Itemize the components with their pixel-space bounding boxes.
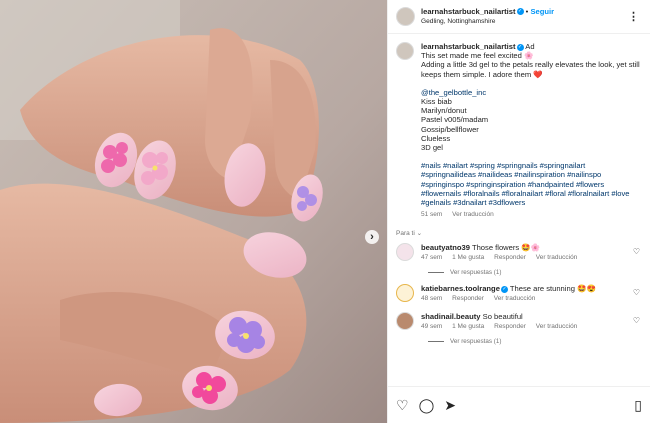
comment-text: These are stunning 🤩😍 xyxy=(509,284,596,294)
view-replies[interactable]: Ver respuestas (1) xyxy=(428,338,642,345)
view-replies[interactable]: Ver respuestas (1) xyxy=(428,269,642,276)
hashtags[interactable]: #nails #nailart #spring #springnails #sp… xyxy=(421,161,642,207)
commenter-username[interactable]: shadinail.beauty xyxy=(421,312,481,321)
brand-mention-link[interactable]: @the_gelbottle_inc xyxy=(421,88,642,97)
comment-item: beautyatno39 Those flowers 🤩🌸 47 sem 1 M… xyxy=(396,243,642,263)
follow-button[interactable]: Seguir xyxy=(530,7,554,16)
commenter-avatar[interactable] xyxy=(396,312,414,331)
product-item: Gossip/bellflower xyxy=(421,124,479,134)
product-item: Kiss biab xyxy=(421,97,452,107)
product-item: Pastel v005/madam xyxy=(421,115,489,125)
next-media-button[interactable]: › xyxy=(365,230,379,244)
author-username[interactable]: learnahstarbuck_nailartist xyxy=(421,7,516,16)
comment-item: shadinail.beauty So beautiful 49 sem 1 M… xyxy=(396,312,642,332)
post-actions-bar: ♡ ◯ ➤ ▯ xyxy=(388,386,650,423)
comment-bubble-icon[interactable]: ◯ xyxy=(419,398,435,412)
like-comment-heart-icon[interactable]: ♡ xyxy=(633,316,640,325)
post-side-panel: learnahstarbuck_nailartist ✓ • Seguir Ged… xyxy=(387,0,650,423)
verified-icon: ✓ xyxy=(516,43,524,51)
caption-avatar[interactable] xyxy=(396,42,414,60)
more-icon[interactable]: ⋮ xyxy=(628,10,640,23)
commenter-username[interactable]: katiebarnes.toolrange xyxy=(421,284,500,293)
post-header: learnahstarbuck_nailartist ✓ • Seguir Ged… xyxy=(388,0,650,34)
post-view: › learnahstarbuck_nailartist ✓ • Seguir G… xyxy=(0,0,650,423)
like-heart-icon[interactable]: ♡ xyxy=(396,398,409,412)
post-caption: learnahstarbuck_nailartist ✓ Ad This set … xyxy=(396,42,642,219)
like-comment-heart-icon[interactable]: ♡ xyxy=(633,247,640,256)
reply-button[interactable]: Responder xyxy=(494,254,526,261)
reply-button[interactable]: Responder xyxy=(494,323,526,330)
translate-link[interactable]: Ver traducción xyxy=(494,295,536,302)
author-avatar[interactable] xyxy=(396,7,415,26)
commenter-avatar[interactable] xyxy=(396,284,414,303)
translate-link[interactable]: Ver traducción xyxy=(536,254,578,261)
comment-likes[interactable]: 1 Me gusta xyxy=(452,254,484,261)
commenter-avatar[interactable] xyxy=(396,243,414,262)
comment-text: So beautiful xyxy=(482,312,523,322)
post-location[interactable]: Gedling, Nottinghamshire xyxy=(421,17,554,27)
caption-text-line: This set made me feel excited 🌸 xyxy=(421,51,534,61)
caption-text-line: Adding a little 3d gel to the petals rea… xyxy=(421,60,640,79)
commenter-username[interactable]: beautyatno39 xyxy=(421,243,470,252)
comment-time[interactable]: 47 sem xyxy=(421,254,442,261)
product-item: Marilyn/donut xyxy=(421,106,467,116)
translate-link[interactable]: Ver traducción xyxy=(536,323,578,330)
product-item: Clueless xyxy=(421,133,451,143)
like-comment-heart-icon[interactable]: ♡ xyxy=(633,288,640,297)
caption-username[interactable]: learnahstarbuck_nailartist xyxy=(421,42,516,51)
post-media[interactable]: › xyxy=(0,0,387,423)
comment-item: katiebarnes.toolrange ✓ These are stunnin… xyxy=(396,284,642,304)
product-item: 3D gel xyxy=(421,143,443,153)
verified-icon: ✓ xyxy=(516,8,524,15)
nail-art-photo xyxy=(0,0,387,423)
comment-time[interactable]: 49 sem xyxy=(421,323,442,330)
reply-button[interactable]: Responder xyxy=(452,295,484,302)
comment-time[interactable]: 48 sem xyxy=(421,295,442,302)
for-you-filter[interactable]: Para ti ⌄ xyxy=(396,229,642,237)
verified-icon: ✓ xyxy=(500,285,508,293)
caption-time[interactable]: 51 sem xyxy=(421,211,442,218)
translate-link[interactable]: Ver traducción xyxy=(452,211,494,218)
ad-label: Ad xyxy=(525,42,535,51)
comment-text: Those flowers 🤩🌸 xyxy=(471,243,541,253)
save-bookmark-icon[interactable]: ▯ xyxy=(634,398,642,412)
share-send-icon[interactable]: ➤ xyxy=(444,398,456,412)
comments-area[interactable]: learnahstarbuck_nailartist ✓ Ad This set … xyxy=(388,34,650,386)
comment-likes[interactable]: 1 Me gusta xyxy=(452,323,484,330)
